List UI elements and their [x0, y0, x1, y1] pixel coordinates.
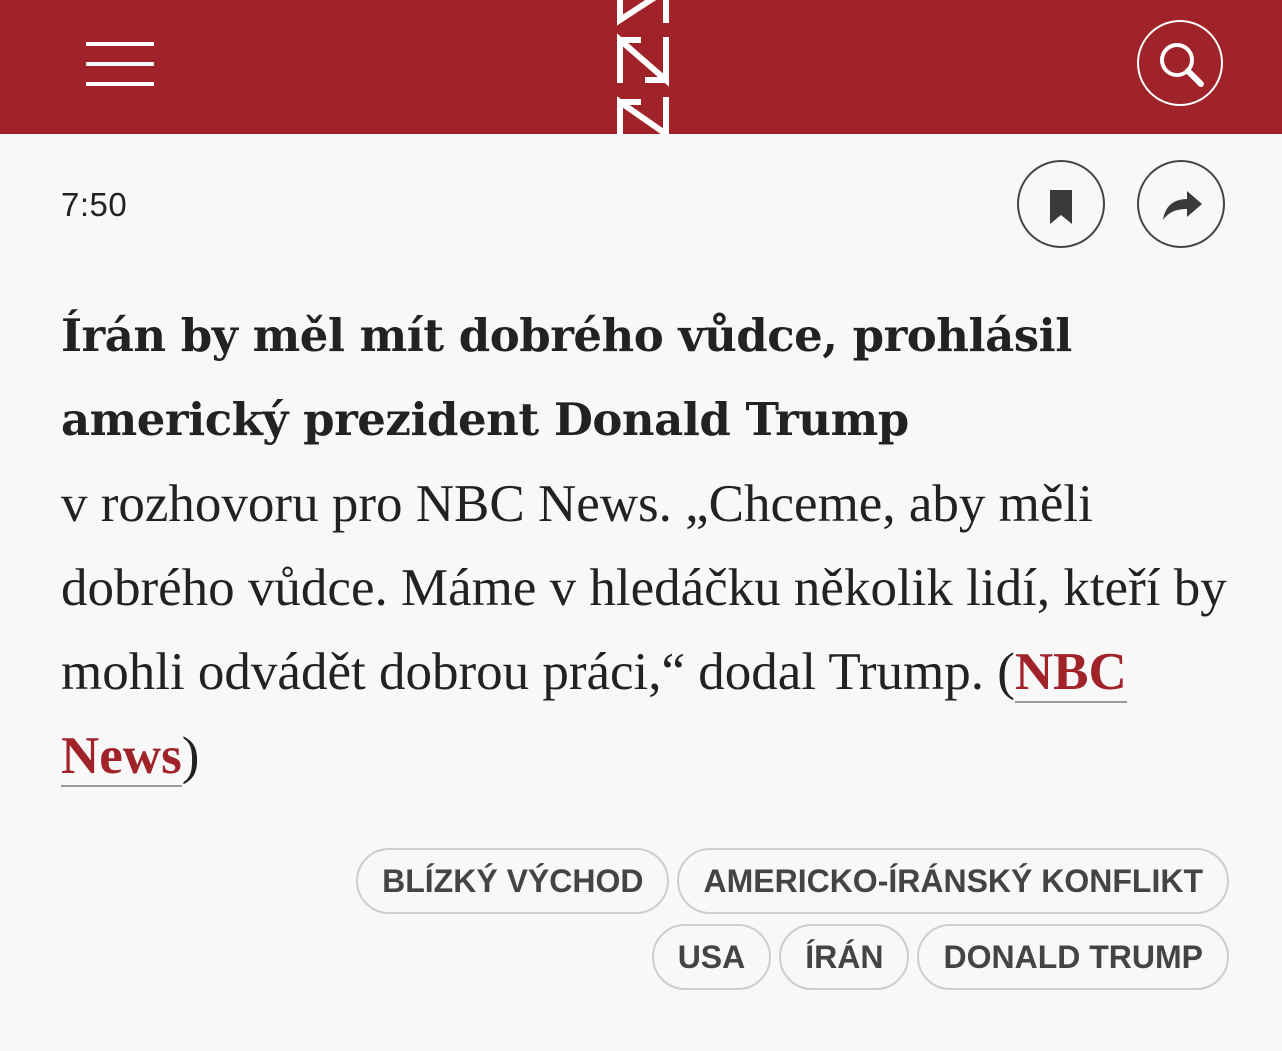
denik-n-logo-icon[interactable] — [614, 0, 674, 134]
tag-americko-iransky-konflikt[interactable]: AMERICKO-ÍRÁNSKÝ KONFLIKT — [677, 848, 1229, 914]
closing-parenthesis: ) — [181, 727, 200, 785]
search-icon — [1160, 43, 1204, 87]
menu-button[interactable] — [84, 38, 156, 90]
share-button[interactable] — [1137, 160, 1225, 248]
bookmark-icon — [1050, 190, 1072, 224]
post-headline: Írán by měl mít dobrého vůdce, prohlásil… — [61, 309, 1072, 446]
tag-iran[interactable]: ÍRÁN — [779, 924, 910, 990]
search-button[interactable] — [1137, 20, 1223, 106]
hamburger-menu-icon — [86, 42, 154, 46]
tag-blizky-vychod[interactable]: BLÍZKÝ VÝCHOD — [356, 848, 670, 914]
post-time: 7:50 — [61, 186, 128, 223]
tag-list: BLÍZKÝ VÝCHOD AMERICKO-ÍRÁNSKÝ KONFLIKT … — [229, 848, 1229, 990]
post-body: v rozhovoru pro NBC News. „Chceme, aby m… — [61, 462, 1231, 798]
top-navigation-bar — [0, 0, 1282, 134]
tag-usa[interactable]: USA — [651, 924, 772, 990]
tag-donald-trump[interactable]: DONALD TRUMP — [917, 924, 1229, 990]
bookmark-button[interactable] — [1017, 160, 1105, 248]
share-arrow-icon — [1163, 191, 1202, 220]
live-post: Írán by měl mít dobrého vůdce, prohlásil… — [61, 294, 1231, 798]
